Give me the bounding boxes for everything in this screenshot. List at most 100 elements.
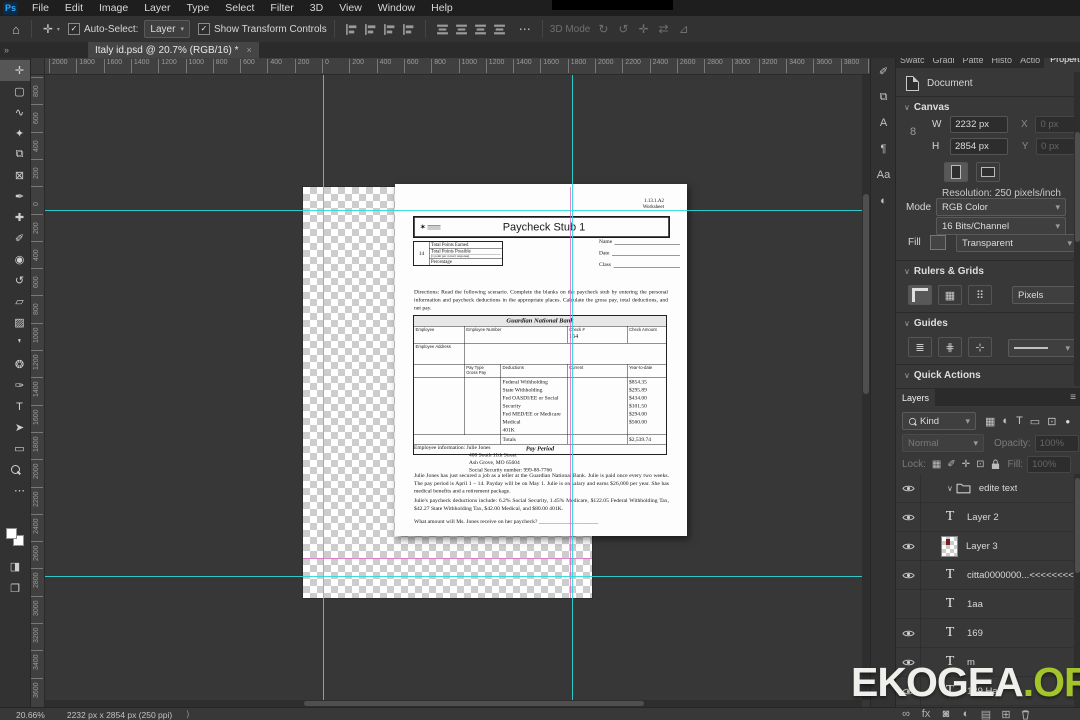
screen-mode-icon[interactable]: ❐ (0, 578, 30, 599)
guide-vertical-2[interactable] (572, 74, 573, 707)
visibility-toggle[interactable] (896, 474, 921, 502)
menu-filter[interactable]: Filter (262, 0, 301, 16)
toolbar-collapse-icon[interactable]: » (4, 45, 9, 55)
blend-mode-dropdown[interactable]: Normal ▾ (902, 434, 984, 452)
pixel-layers-filter-icon[interactable]: ▦ (985, 415, 995, 428)
width-field[interactable]: 2232 px (950, 116, 1009, 133)
landscape-orientation-button[interactable] (976, 162, 1000, 182)
rectangle-tool[interactable]: ▭ (0, 438, 30, 459)
menu-view[interactable]: View (331, 0, 370, 16)
auto-select-dropdown[interactable]: Layer ▾ (144, 20, 190, 38)
layer-thumbnail[interactable] (941, 535, 958, 557)
paragraph-panel-icon[interactable]: ¶ (871, 136, 896, 162)
document-tab[interactable]: Italy id.psd @ 20.7% (RGB/16) * × (88, 42, 259, 58)
menu-file[interactable]: File (24, 0, 57, 16)
x-field[interactable]: 0 px (1035, 116, 1080, 133)
ruler-units-dropdown[interactable]: Pixels▾ (1012, 286, 1080, 304)
foreground-color-chip[interactable] (6, 528, 17, 539)
ruler-horizontal[interactable]: 2000 1800 1600 1400 1200 1000 800 600 400 200 0 200… (44, 58, 870, 75)
color-chips[interactable] (6, 528, 24, 546)
align-left-icon[interactable] (345, 23, 358, 36)
horizontal-scrollbar-thumb[interactable] (304, 701, 644, 706)
eyedropper-tool[interactable]: ✒ (0, 186, 30, 207)
adjustment-layers-filter-icon[interactable]: ◐ (1002, 415, 1009, 428)
menu-edit[interactable]: Edit (57, 0, 91, 16)
type-layers-filter-icon[interactable]: T (1016, 415, 1023, 428)
link-layers-icon[interactable]: ∞ (896, 708, 916, 720)
quick-mask-icon[interactable]: ◨ (0, 556, 30, 577)
toggle-rulers-icon[interactable] (908, 285, 932, 305)
zoom-percent[interactable]: 20.66% (16, 710, 45, 720)
properties-scrollbar-thumb[interactable] (1075, 132, 1080, 242)
guide-vertical-1[interactable] (323, 74, 324, 707)
show-transform-checkbox[interactable]: ✓ (197, 23, 210, 35)
layer-group-icon[interactable]: ▤ (976, 708, 996, 720)
menu-type[interactable]: Type (178, 0, 217, 16)
layer-row[interactable]: T Layer 2 (896, 503, 1074, 532)
spot-healing-tool[interactable]: ✚ (0, 207, 30, 228)
history-brush-tool[interactable]: ↺ (0, 270, 30, 291)
path-selection-tool[interactable]: ➤ (0, 417, 30, 438)
menu-select[interactable]: Select (217, 0, 262, 16)
quick-actions-section-header[interactable]: ∨ Quick Actions (904, 370, 981, 381)
toggle-pixel-grid-icon[interactable]: ⠿ (968, 285, 992, 305)
delete-layer-icon[interactable] (1020, 709, 1031, 720)
new-layer-icon[interactable]: ⊞ (996, 708, 1016, 720)
canvas-section-header[interactable]: ∨ Canvas (904, 102, 949, 113)
group-twirl-icon[interactable]: ∨ (947, 484, 953, 493)
bit-depth-dropdown[interactable]: 16 Bits/Channel ▾ (936, 217, 1066, 235)
layer-name[interactable]: Layer 2 (967, 512, 999, 523)
guide-style-dropdown[interactable]: ▾ (1008, 339, 1076, 357)
toggle-grid-icon[interactable]: ▦ (938, 285, 962, 305)
layer-effects-icon[interactable]: fx (916, 708, 936, 720)
lock-all-icon[interactable] (991, 459, 1000, 470)
pen-panel-icon[interactable]: ✐ (871, 58, 896, 84)
layers-menu-icon[interactable]: ≡ (1070, 392, 1076, 403)
lock-paint-icon[interactable]: ✐ (947, 459, 955, 470)
menu-help[interactable]: Help (423, 0, 461, 16)
filter-toggle-icon[interactable]: ● (1065, 417, 1070, 426)
visibility-toggle[interactable] (896, 619, 921, 647)
menu-layer[interactable]: Layer (136, 0, 178, 16)
ruler-corner[interactable] (30, 58, 45, 75)
zoom-tool[interactable] (0, 459, 30, 480)
height-field[interactable]: 2854 px (950, 138, 1009, 155)
menu-window[interactable]: Window (370, 0, 423, 16)
overlap-squares-panel-icon[interactable]: ⧉ (871, 84, 896, 110)
clone-stamp-tool[interactable]: ◉ (0, 249, 30, 270)
eraser-tool[interactable]: ▱ (0, 291, 30, 312)
rulers-grids-section-header[interactable]: ∨ Rulers & Grids (904, 266, 984, 277)
guide-horizontal-2[interactable] (44, 576, 870, 577)
move-tool-icon[interactable]: ✛ (39, 22, 57, 36)
visibility-toggle[interactable] (896, 532, 921, 560)
link-dimensions-icon[interactable]: 8 (910, 126, 916, 138)
home-icon[interactable]: ⌂ (8, 22, 24, 37)
close-icon[interactable]: × (247, 45, 252, 55)
layer-mask-icon[interactable]: ◙ (936, 708, 956, 720)
move-tool[interactable]: ✛ (0, 60, 30, 81)
properties-scrollbar[interactable] (1074, 72, 1080, 386)
ruler-vertical[interactable]: 800 600 400 200 0 200 400 600 800 1000 1200 1400 160… (30, 74, 45, 707)
tool-preset-caret[interactable]: ▾ (57, 26, 60, 33)
guides-icon[interactable]: ≣ (908, 337, 932, 357)
shape-layers-filter-icon[interactable]: ▭ (1030, 415, 1040, 428)
tab-layers[interactable]: Layers (896, 389, 936, 407)
layer-name[interactable]: edite text (979, 483, 1018, 494)
layer-row[interactable]: ∨ T edite text (896, 474, 1074, 503)
edit-toolbar[interactable]: ⋯ (0, 480, 30, 501)
layer-row[interactable]: T citta0000000...<<<<<<<<0 d (896, 561, 1074, 590)
lasso-tool[interactable]: ∿ (0, 102, 30, 123)
adjustments-panel-icon[interactable]: ◐ (871, 188, 896, 214)
layer-row[interactable]: T Layer 3 (896, 532, 1074, 561)
layer-name[interactable]: citta0000000...<<<<<<<<0 d (967, 570, 1074, 581)
guides-layout-icon[interactable]: ⋕ (938, 337, 962, 357)
edit-guides-icon[interactable]: ⊹ (968, 337, 992, 357)
auto-select-checkbox[interactable]: ✓ (67, 23, 80, 35)
align-middle-icon[interactable] (493, 23, 506, 36)
gradient-tool[interactable]: ▨ (0, 312, 30, 333)
portrait-orientation-button[interactable] (944, 162, 968, 182)
layer-row[interactable]: T 169 (896, 619, 1074, 648)
visibility-toggle[interactable] (896, 561, 921, 589)
horizontal-scrollbar[interactable] (44, 700, 862, 707)
margin-guide-vertical[interactable] (570, 187, 571, 598)
